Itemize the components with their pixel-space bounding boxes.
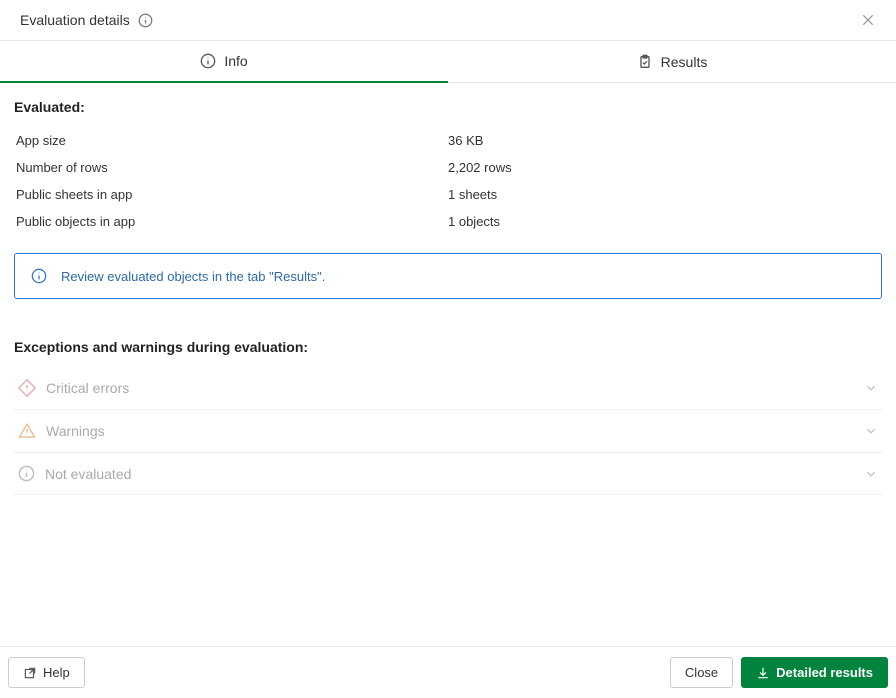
download-icon bbox=[756, 666, 770, 680]
close-button[interactable]: Close bbox=[670, 657, 733, 688]
help-button-label: Help bbox=[43, 665, 70, 680]
kv-key: App size bbox=[16, 133, 448, 148]
help-button[interactable]: Help bbox=[8, 657, 85, 688]
content-area: Evaluated: App size 36 KB Number of rows… bbox=[0, 83, 896, 646]
dialog-title: Evaluation details bbox=[20, 12, 130, 28]
accordion-label: Not evaluated bbox=[45, 466, 131, 482]
chevron-down-icon bbox=[864, 424, 878, 438]
table-row: App size 36 KB bbox=[14, 127, 882, 154]
detailed-results-button[interactable]: Detailed results bbox=[741, 657, 888, 688]
info-icon bbox=[200, 53, 216, 69]
close-button-label: Close bbox=[685, 665, 718, 680]
close-icon[interactable] bbox=[860, 12, 876, 28]
kv-key: Public objects in app bbox=[16, 214, 448, 229]
clipboard-check-icon bbox=[637, 54, 653, 70]
chevron-down-icon bbox=[864, 467, 878, 481]
kv-key: Number of rows bbox=[16, 160, 448, 175]
dialog-footer: Help Close Detailed results bbox=[0, 646, 896, 698]
info-callout-text: Review evaluated objects in the tab "Res… bbox=[61, 269, 325, 284]
accordion-label: Critical errors bbox=[46, 380, 129, 396]
table-row: Public objects in app 1 objects bbox=[14, 208, 882, 235]
info-icon[interactable] bbox=[138, 13, 153, 28]
accordion-not-evaluated[interactable]: Not evaluated bbox=[14, 453, 882, 495]
tab-info[interactable]: Info bbox=[0, 41, 448, 83]
kv-val: 36 KB bbox=[448, 133, 880, 148]
tab-results-label: Results bbox=[661, 54, 708, 70]
external-link-icon bbox=[23, 666, 37, 680]
accordion-label: Warnings bbox=[46, 423, 105, 439]
kv-key: Public sheets in app bbox=[16, 187, 448, 202]
warning-triangle-icon bbox=[18, 422, 36, 440]
exceptions-heading: Exceptions and warnings during evaluatio… bbox=[14, 339, 882, 355]
evaluated-heading: Evaluated: bbox=[14, 99, 882, 115]
kv-val: 2,202 rows bbox=[448, 160, 880, 175]
detailed-results-label: Detailed results bbox=[776, 665, 873, 680]
tab-info-label: Info bbox=[224, 53, 247, 69]
accordion-critical-errors[interactable]: Critical errors bbox=[14, 367, 882, 410]
kv-val: 1 sheets bbox=[448, 187, 880, 202]
table-row: Public sheets in app 1 sheets bbox=[14, 181, 882, 208]
tab-results[interactable]: Results bbox=[448, 41, 896, 82]
info-callout: Review evaluated objects in the tab "Res… bbox=[14, 253, 882, 299]
table-row: Number of rows 2,202 rows bbox=[14, 154, 882, 181]
accordion-warnings[interactable]: Warnings bbox=[14, 410, 882, 453]
info-icon bbox=[31, 268, 47, 284]
kv-val: 1 objects bbox=[448, 214, 880, 229]
info-icon bbox=[18, 465, 35, 482]
dialog-header: Evaluation details bbox=[0, 0, 896, 41]
error-diamond-icon bbox=[18, 379, 36, 397]
tab-bar: Info Results bbox=[0, 41, 896, 83]
chevron-down-icon bbox=[864, 381, 878, 395]
